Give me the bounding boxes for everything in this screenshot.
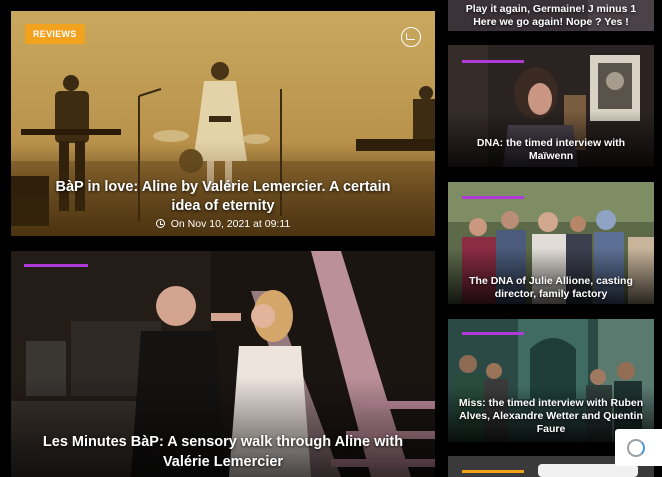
sidebar-article-card[interactable]: DNA: the timed interview with Maïwenn bbox=[448, 45, 654, 167]
sidebar-title[interactable]: Play it again, Germaine! J minus 1 Here … bbox=[448, 3, 654, 29]
sidebar-title[interactable]: The DNA of Julie Allione, casting direct… bbox=[448, 275, 654, 301]
feature-title[interactable]: Les Minutes BàP: A sensory walk through … bbox=[11, 432, 435, 472]
sidebar-article-card[interactable]: The DNA of Julie Allione, casting direct… bbox=[448, 182, 654, 304]
sidebar-accent-bar bbox=[462, 332, 524, 335]
hero-date: On Nov 10, 2021 at 09:11 bbox=[11, 218, 435, 230]
hero-title[interactable]: BàP in love: Aline by Valérie Lemercier.… bbox=[11, 178, 435, 216]
sidebar-article-card[interactable]: Play it again, Germaine! J minus 1 Here … bbox=[448, 0, 654, 31]
sidebar-accent-bar bbox=[462, 196, 524, 199]
feature-accent-bar bbox=[24, 264, 88, 267]
share-icon[interactable] bbox=[401, 27, 421, 47]
recaptcha-badge[interactable] bbox=[615, 429, 662, 466]
sidebar-accent-bar bbox=[462, 60, 524, 63]
sidebar-article-card[interactable]: Miss: the timed interview with Ruben Alv… bbox=[448, 319, 654, 442]
hero-date-text: On Nov 10, 2021 at 09:11 bbox=[170, 218, 291, 230]
sidebar-title[interactable]: DNA: the timed interview with Maïwenn bbox=[448, 137, 654, 163]
sidebar-accent-bar bbox=[462, 470, 524, 473]
feature-article-card[interactable]: Les Minutes BàP: A sensory walk through … bbox=[11, 251, 435, 477]
hero-article-card[interactable]: REVIEWS BàP in love: Aline by Valérie Le… bbox=[11, 11, 435, 236]
category-badge[interactable]: REVIEWS bbox=[25, 24, 85, 44]
clock-icon bbox=[155, 219, 165, 228]
